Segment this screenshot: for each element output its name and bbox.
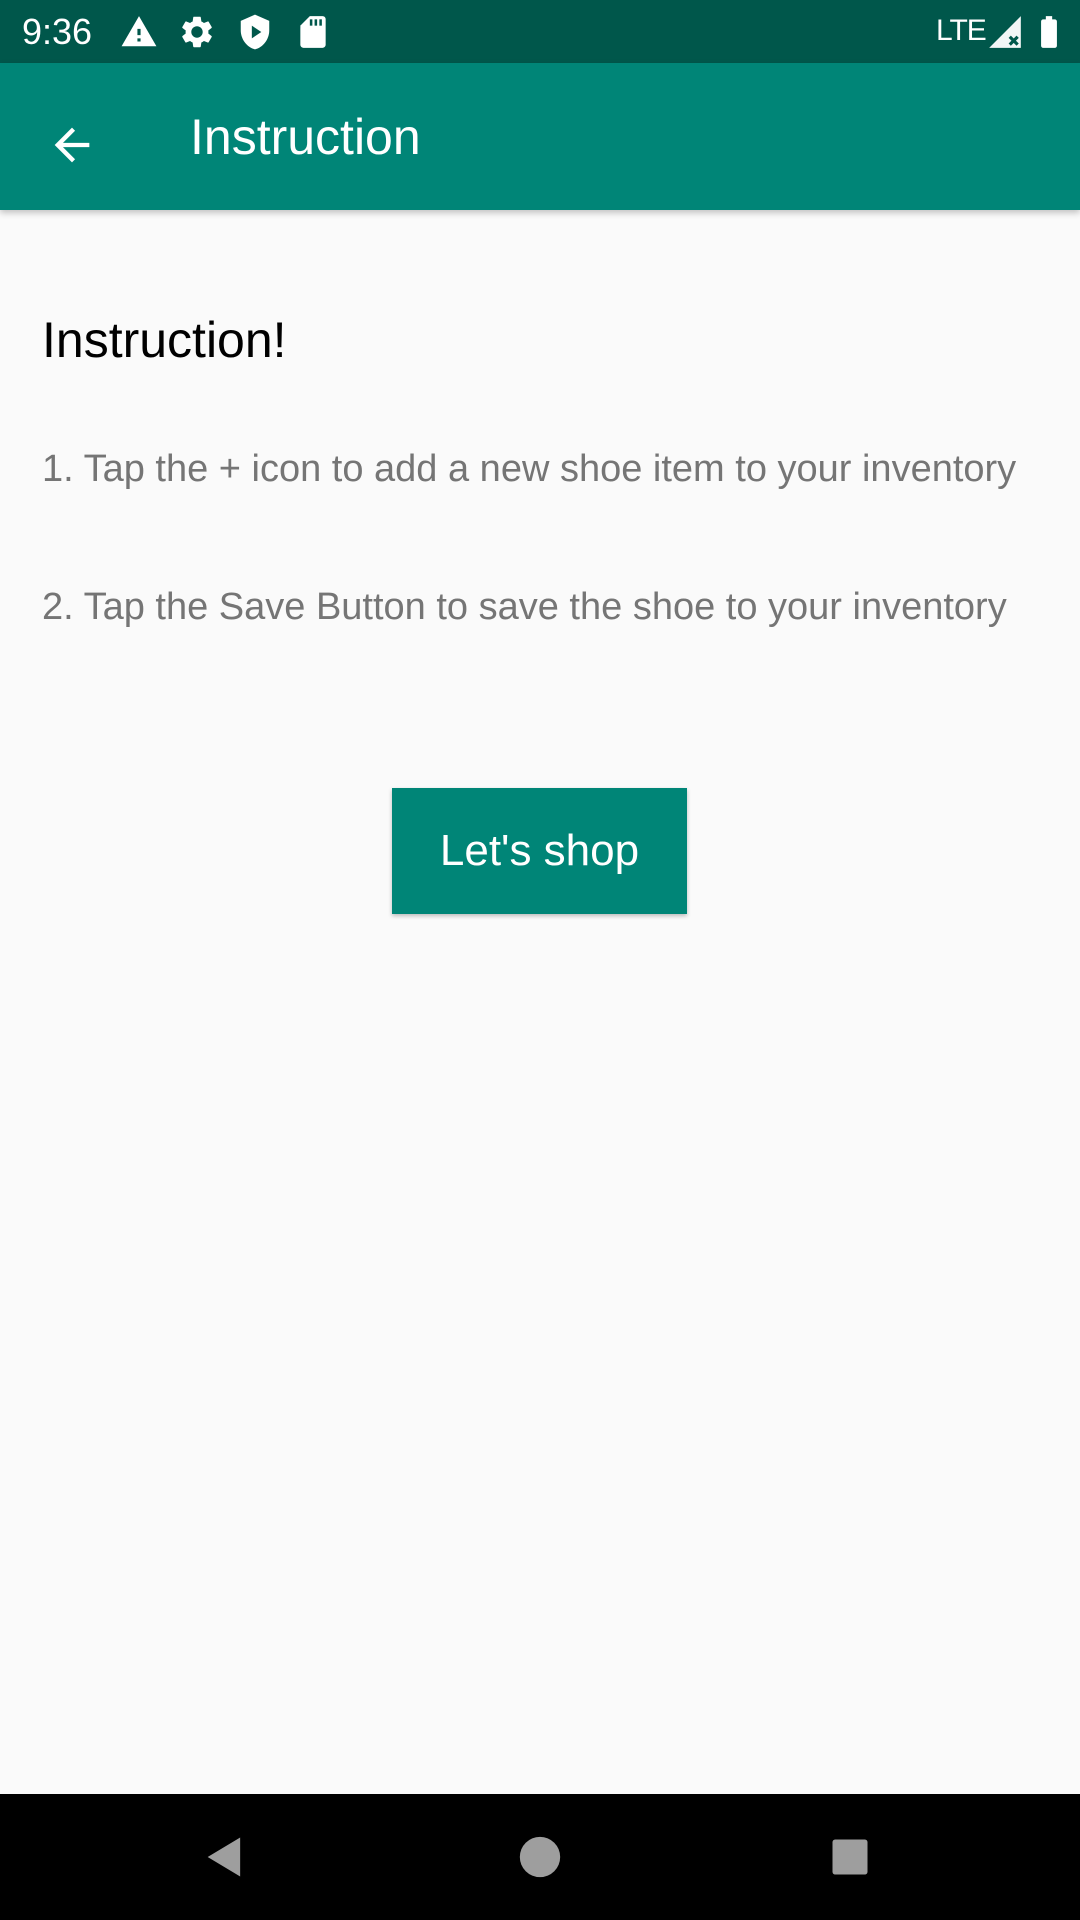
instruction-heading: Instruction! [42, 312, 287, 368]
home-circle-icon [519, 1836, 561, 1878]
navigation-bar [0, 1794, 1080, 1920]
instruction-step: 1. Tap the + icon to add a new shoe item… [42, 448, 1017, 490]
nav-recents-button[interactable] [817, 1824, 883, 1890]
back-button[interactable] [30, 103, 114, 187]
signal-icon [989, 16, 1021, 48]
battery-icon [1041, 16, 1057, 48]
lets-shop-button[interactable]: Let's shop [392, 788, 687, 914]
arrow-left-icon [54, 127, 90, 163]
instruction-step: 2. Tap the Save Button to save the shoe … [42, 586, 1007, 628]
page-title: Instruction [190, 109, 421, 165]
app-bar: Instruction [0, 63, 1080, 210]
screen: 9:36 LTE Instruction Instruction! 1. Tap… [0, 0, 1080, 1920]
network-label: LTE [936, 14, 987, 47]
status-time: 9:36 [22, 11, 93, 52]
nav-back-button[interactable] [192, 1824, 258, 1890]
recents-square-icon [832, 1839, 868, 1875]
nav-home-button[interactable] [507, 1824, 573, 1890]
back-triangle-icon [207, 1837, 241, 1877]
gear-icon [182, 16, 212, 48]
sd-card-icon [300, 16, 326, 48]
shield-play-icon [240, 14, 270, 50]
warning-icon [121, 16, 157, 47]
status-bar: 9:36 LTE [0, 0, 1080, 63]
